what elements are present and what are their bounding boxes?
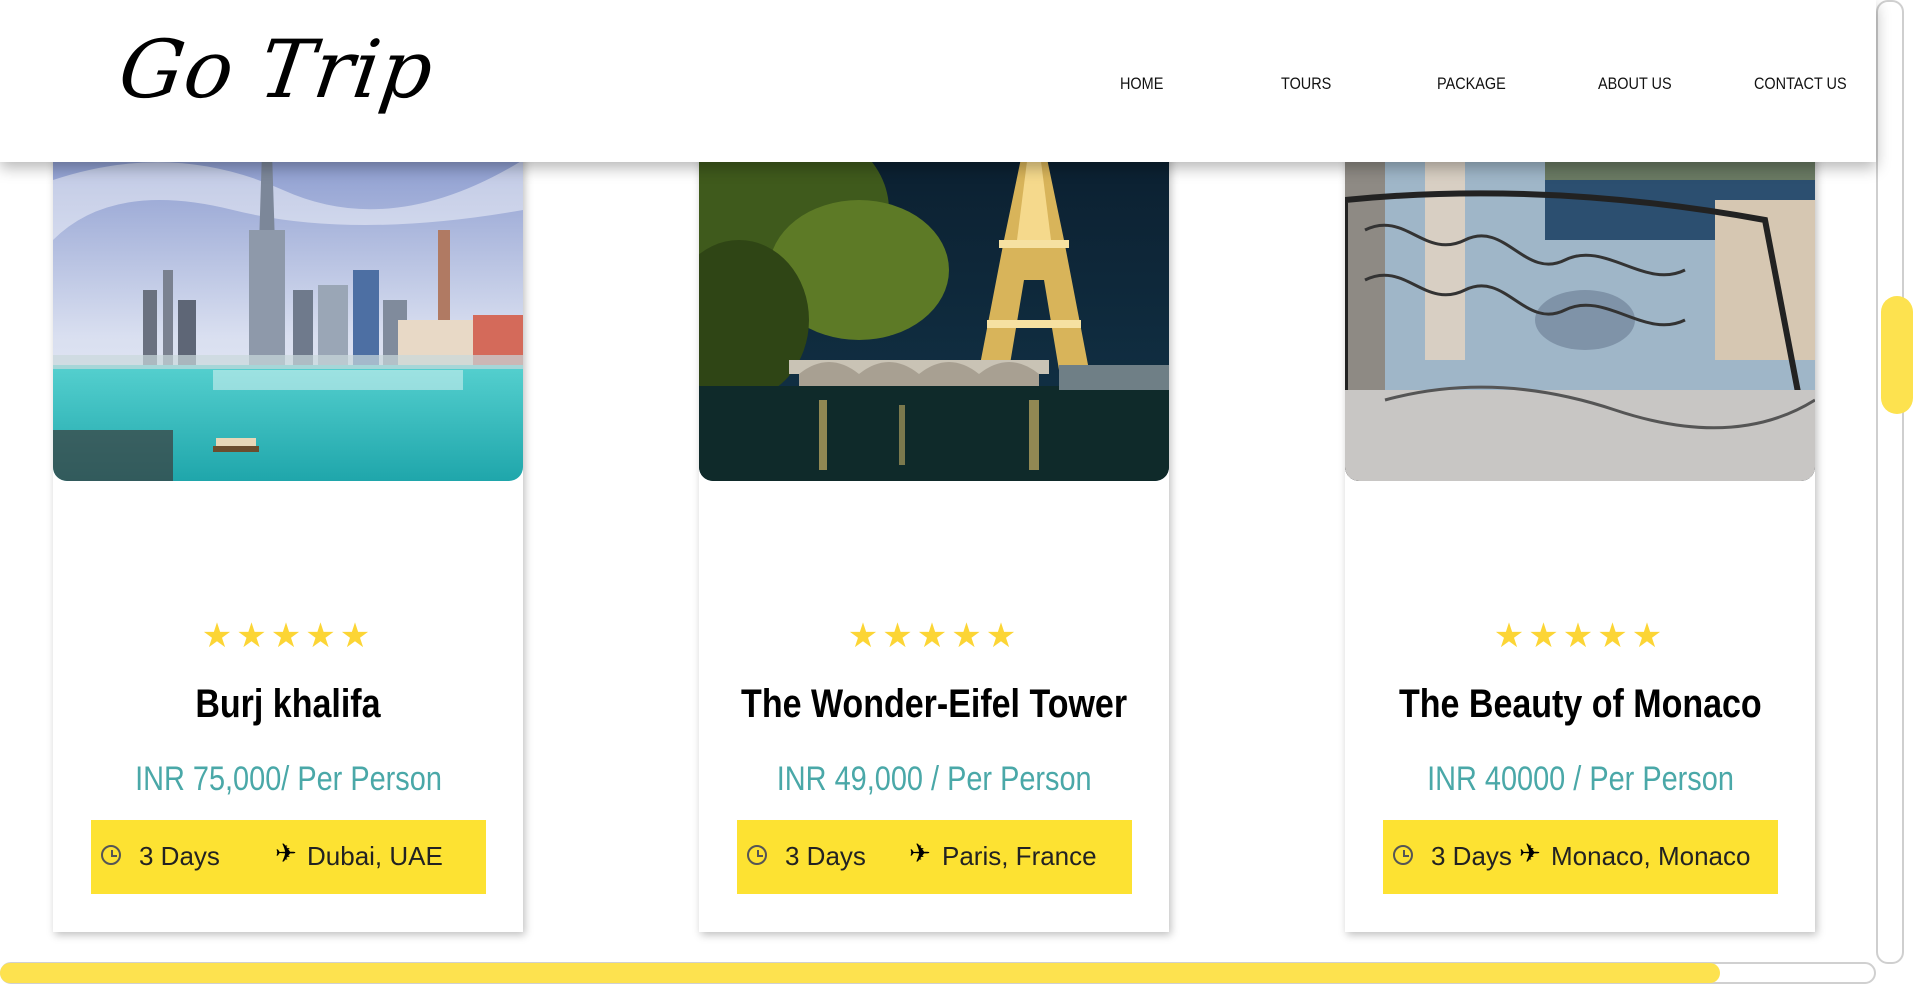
tour-info-bar: 3 Days ✈ Monaco, Monaco	[1383, 820, 1778, 894]
nav-package[interactable]: PACKAGE	[1437, 74, 1506, 94]
clock-icon	[747, 845, 767, 865]
tour-price: INR 40000 / Per Person	[1426, 760, 1734, 798]
nav-about-us[interactable]: ABOUT US	[1598, 74, 1672, 94]
nav-home[interactable]: HOME	[1120, 74, 1163, 94]
tour-duration: 3 Days	[139, 841, 220, 871]
vertical-scrollbar-thumb[interactable]	[1881, 296, 1913, 414]
clock-icon	[1393, 845, 1413, 865]
rating-stars: ★★★★★	[847, 617, 1021, 655]
tour-location: Paris, France	[942, 841, 1097, 871]
logo[interactable]: Go Trip	[114, 23, 440, 116]
tour-price: INR 75,000/ Per Person	[134, 760, 442, 798]
horizontal-scrollbar-thumb[interactable]	[0, 963, 1720, 983]
vertical-scrollbar-track[interactable]	[1876, 0, 1904, 964]
monaco-photo	[1345, 120, 1815, 481]
tour-card-eiffel[interactable]: ★★★★★ The Wonder-Eifel Tower INR 49,000 …	[699, 120, 1169, 932]
tour-duration: 3 Days	[1431, 841, 1512, 871]
plane-icon: ✈	[909, 838, 931, 868]
site-header: Go Trip HOME TOURS PACKAGE ABOUT US CONT…	[0, 0, 1876, 162]
tour-info-bar: 3 Days ✈ Paris, France	[737, 820, 1132, 894]
clock-icon	[101, 845, 121, 865]
tour-title: The Wonder-Eifel Tower	[740, 682, 1127, 726]
rating-stars: ★★★★★	[201, 617, 375, 655]
tour-title: Burj khalifa	[195, 682, 381, 726]
tour-price: INR 49,000 / Per Person	[776, 760, 1092, 798]
tour-location: Monaco, Monaco	[1551, 841, 1751, 871]
burj-khalifa-photo	[53, 120, 523, 481]
tour-card-burj[interactable]: ★★★★★ Burj khalifa INR 75,000/ Per Perso…	[53, 120, 523, 932]
tour-card-monaco[interactable]: ★★★★★ The Beauty of Monaco INR 40000 / P…	[1345, 120, 1815, 932]
tour-duration: 3 Days	[785, 841, 866, 871]
tour-location: Dubai, UAE	[307, 841, 443, 871]
rating-stars: ★★★★★	[1493, 617, 1667, 655]
plane-icon: ✈	[275, 838, 297, 868]
nav-tours[interactable]: TOURS	[1281, 74, 1331, 94]
tour-info-bar: 3 Days ✈ Dubai, UAE	[91, 820, 486, 894]
eiffel-tower-photo	[699, 120, 1169, 481]
nav-contact-us[interactable]: CONTACT US	[1754, 74, 1847, 94]
tour-title: The Beauty of Monaco	[1398, 682, 1762, 726]
plane-icon: ✈	[1519, 838, 1541, 868]
